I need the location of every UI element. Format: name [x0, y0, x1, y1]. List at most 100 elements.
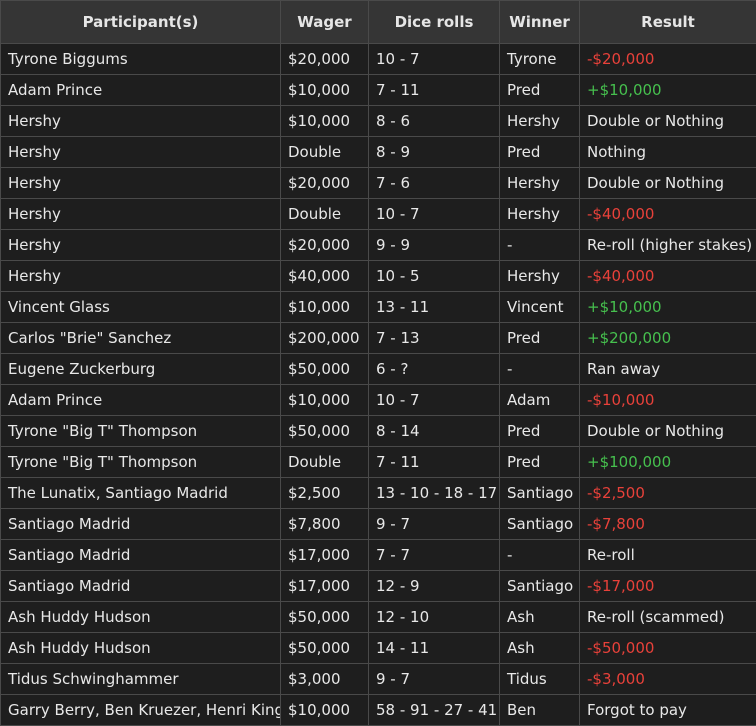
- cell-participants: Tyrone Biggums: [0, 43, 281, 75]
- table-row: Hershy $10,000 8 - 6 Hershy Double or Nothin…: [0, 105, 756, 137]
- cell-dice-rolls: 7 - 11: [368, 446, 500, 478]
- table-row: Carlos "Brie" Sanchez $200,000 7 - 13 Pred +…: [0, 322, 756, 354]
- cell-dice-rolls: 13 - 11: [368, 291, 500, 323]
- table-row: Ash Huddy Hudson $50,000 12 - 10 Ash Re-roll…: [0, 601, 756, 633]
- cell-winner: -: [499, 229, 580, 261]
- cell-result: Nothing: [579, 136, 756, 168]
- cell-dice-rolls: 12 - 10: [368, 601, 500, 633]
- table-body: Tyrone Biggums $20,000 10 - 7 Tyrone -$20,00…: [0, 43, 756, 726]
- cell-wager: $3,000: [280, 663, 369, 695]
- cell-participants: Hershy: [0, 136, 281, 168]
- cell-dice-rolls: 10 - 7: [368, 384, 500, 416]
- table-row: Vincent Glass $10,000 13 - 11 Vincent +$10,0…: [0, 291, 756, 323]
- cell-winner: Santiago: [499, 477, 580, 509]
- cell-dice-rolls: 58 - 91 - 27 - 41: [368, 694, 500, 726]
- cell-participants: Tidus Schwinghammer: [0, 663, 281, 695]
- cell-participants: Hershy: [0, 260, 281, 292]
- table-row: Tyrone "Big T" Thompson $50,000 8 - 14 Pred…: [0, 415, 756, 447]
- cell-dice-rolls: 7 - 13: [368, 322, 500, 354]
- table-row: The Lunatix, Santiago Madrid $2,500 13 - 1…: [0, 477, 756, 509]
- cell-participants: Eugene Zuckerburg: [0, 353, 281, 385]
- cell-result: -$40,000: [579, 198, 756, 230]
- cell-participants: Vincent Glass: [0, 291, 281, 323]
- cell-participants: Carlos "Brie" Sanchez: [0, 322, 281, 354]
- cell-winner: Ben: [499, 694, 580, 726]
- cell-winner: Ash: [499, 632, 580, 664]
- cell-wager: $10,000: [280, 291, 369, 323]
- cell-wager: $2,500: [280, 477, 369, 509]
- cell-result: Double or Nothing: [579, 415, 756, 447]
- cell-dice-rolls: 10 - 7: [368, 43, 500, 75]
- cell-result: -$7,800: [579, 508, 756, 540]
- cell-dice-rolls: 9 - 7: [368, 508, 500, 540]
- cell-result: +$100,000: [579, 446, 756, 478]
- cell-winner: -: [499, 353, 580, 385]
- cell-result: +$200,000: [579, 322, 756, 354]
- cell-result: -$3,000: [579, 663, 756, 695]
- cell-winner: Pred: [499, 74, 580, 106]
- cell-dice-rolls: 7 - 7: [368, 539, 500, 571]
- cell-winner: Ash: [499, 601, 580, 633]
- cell-result: Re-roll: [579, 539, 756, 571]
- cell-result: Double or Nothing: [579, 167, 756, 199]
- header-participants: Participant(s): [0, 0, 281, 44]
- cell-winner: Pred: [499, 446, 580, 478]
- cell-wager: $10,000: [280, 384, 369, 416]
- cell-wager: $20,000: [280, 167, 369, 199]
- cell-participants: Garry Berry, Ben Kruezer, Henri King: [0, 694, 281, 726]
- cell-result: Re-roll (higher stakes): [579, 229, 756, 261]
- cell-dice-rolls: 7 - 6: [368, 167, 500, 199]
- cell-winner: Tyrone: [499, 43, 580, 75]
- cell-dice-rolls: 7 - 11: [368, 74, 500, 106]
- header-wager: Wager: [280, 0, 369, 44]
- cell-wager: $10,000: [280, 74, 369, 106]
- table-row: Hershy $40,000 10 - 5 Hershy -$40,000: [0, 260, 756, 292]
- cell-participants: Tyrone "Big T" Thompson: [0, 446, 281, 478]
- cell-participants: Adam Prince: [0, 74, 281, 106]
- cell-participants: Adam Prince: [0, 384, 281, 416]
- cell-dice-rolls: 8 - 14: [368, 415, 500, 447]
- cell-dice-rolls: 13 - 10 - 18 - 17: [368, 477, 500, 509]
- cell-participants: Hershy: [0, 198, 281, 230]
- cell-participants: Hershy: [0, 229, 281, 261]
- cell-result: -$20,000: [579, 43, 756, 75]
- table-header: Participant(s) Wager Dice rolls Winner R…: [0, 0, 756, 44]
- cell-winner: Hershy: [499, 105, 580, 137]
- table-row: Adam Prince $10,000 7 - 11 Pred +$10,000: [0, 74, 756, 106]
- cell-dice-rolls: 6 - ?: [368, 353, 500, 385]
- cell-result: -$50,000: [579, 632, 756, 664]
- bets-table: Participant(s) Wager Dice rolls Winner R…: [0, 0, 756, 726]
- table-row: Hershy $20,000 7 - 6 Hershy Double or Nothin…: [0, 167, 756, 199]
- cell-wager: Double: [280, 136, 369, 168]
- cell-result: -$40,000: [579, 260, 756, 292]
- cell-dice-rolls: 8 - 9: [368, 136, 500, 168]
- header-result: Result: [579, 0, 756, 44]
- table-row: Adam Prince $10,000 10 - 7 Adam -$10,000: [0, 384, 756, 416]
- table-row: Hershy Double 8 - 9 Pred Nothing: [0, 136, 756, 168]
- cell-wager: $10,000: [280, 105, 369, 137]
- cell-wager: Double: [280, 446, 369, 478]
- cell-result: +$10,000: [579, 291, 756, 323]
- table-row: Garry Berry, Ben Kruezer, Henri King $10,…: [0, 694, 756, 726]
- table-row: Tyrone Biggums $20,000 10 - 7 Tyrone -$20,00…: [0, 43, 756, 75]
- cell-participants: Ash Huddy Hudson: [0, 632, 281, 664]
- table-row: Santiago Madrid $7,800 9 - 7 Santiago -$7,80…: [0, 508, 756, 540]
- cell-participants: Ash Huddy Hudson: [0, 601, 281, 633]
- cell-winner: -: [499, 539, 580, 571]
- table-row: Hershy $20,000 9 - 9- Re-roll (higher stake…: [0, 229, 756, 261]
- cell-wager: $40,000: [280, 260, 369, 292]
- cell-dice-rolls: 12 - 9: [368, 570, 500, 602]
- cell-result: -$2,500: [579, 477, 756, 509]
- cell-result: +$10,000: [579, 74, 756, 106]
- cell-result: Re-roll (scammed): [579, 601, 756, 633]
- cell-wager: $10,000: [280, 694, 369, 726]
- cell-result: Forgot to pay: [579, 694, 756, 726]
- cell-result: Ran away: [579, 353, 756, 385]
- cell-dice-rolls: 9 - 7: [368, 663, 500, 695]
- table-row: Santiago Madrid $17,000 12 - 9 Santiago -$17…: [0, 570, 756, 602]
- cell-wager: Double: [280, 198, 369, 230]
- cell-wager: $50,000: [280, 415, 369, 447]
- cell-winner: Santiago: [499, 570, 580, 602]
- cell-winner: Tidus: [499, 663, 580, 695]
- table-row: Hershy Double 10 - 7 Hershy -$40,000: [0, 198, 756, 230]
